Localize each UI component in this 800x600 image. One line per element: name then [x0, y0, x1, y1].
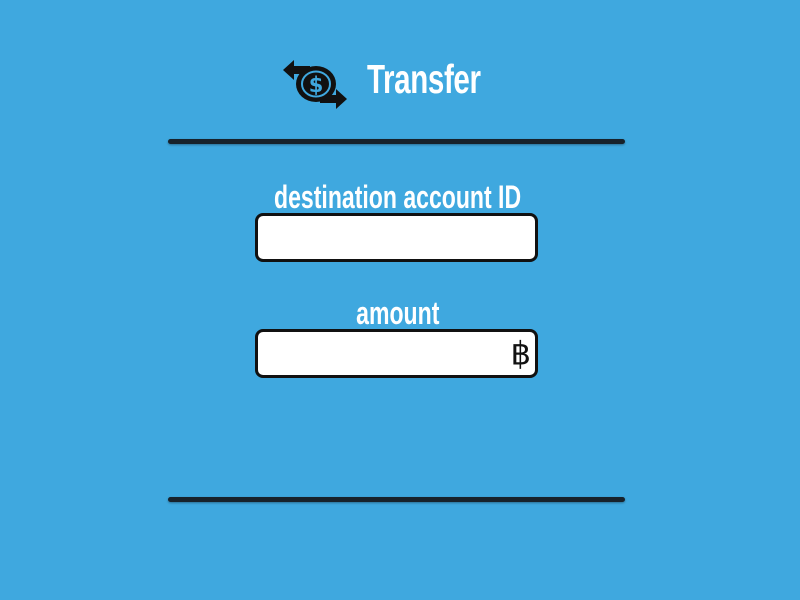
- transfer-screen: $ Transfer destination account ID amount…: [0, 0, 800, 600]
- amount-label: amount: [150, 297, 646, 329]
- amount-input[interactable]: [258, 332, 535, 375]
- svg-text:$: $: [309, 73, 324, 97]
- amount-field[interactable]: ฿: [255, 329, 538, 378]
- destination-account-label-text: destination account ID: [274, 179, 522, 215]
- amount-label-text: amount: [356, 295, 440, 331]
- destination-account-label: destination account ID: [150, 181, 646, 213]
- destination-account-input[interactable]: [258, 216, 535, 259]
- destination-account-field[interactable]: [255, 213, 538, 262]
- page-header: $ Transfer: [280, 48, 525, 110]
- page-title: Transfer: [367, 55, 481, 102]
- top-divider: [168, 139, 625, 144]
- bottom-divider: [168, 497, 625, 502]
- money-transfer-icon: $: [283, 60, 347, 109]
